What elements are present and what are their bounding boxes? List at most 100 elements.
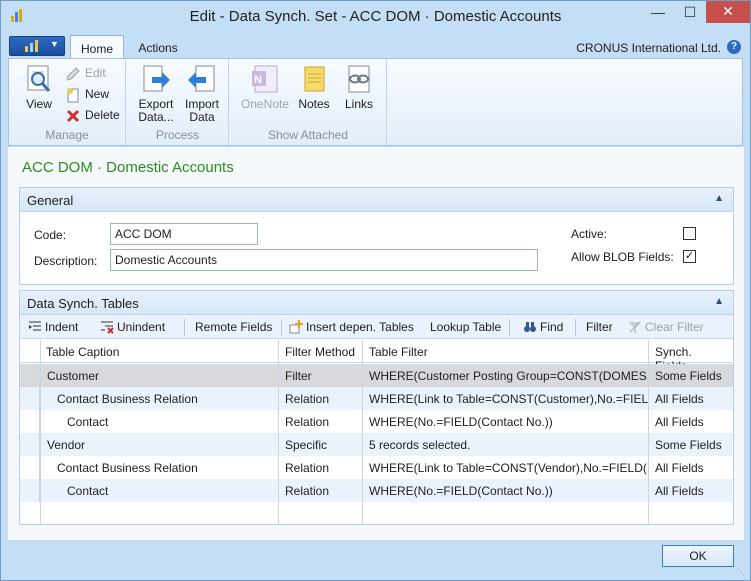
remote-fields-label: Remote Fields [195,320,273,334]
tab-actions[interactable]: Actions [128,35,188,59]
edit-label: Edit [85,66,106,80]
edit-button[interactable]: Edit [65,64,106,84]
new-label: New [85,87,110,101]
import-icon [188,65,215,92]
cell-table-caption[interactable]: Customer [41,364,279,387]
export-data-button[interactable]: Export Data... [133,63,179,124]
general-header[interactable]: General ▲ [20,188,733,212]
row-selector[interactable] [20,456,40,479]
insert-dependent-tables-button[interactable]: Insert depen. Tables [289,319,414,335]
title-bar: Edit - Data Synch. Set - ACC DOM · Domes… [1,1,750,31]
svg-text:N: N [254,74,262,86]
row-selector[interactable] [20,410,40,433]
cell-filter-method[interactable]: Relation [279,456,363,479]
collapse-icon[interactable]: ▲ [714,193,724,204]
filter-button[interactable]: Filter [569,319,613,335]
maximize-button[interactable]: ☐ [676,1,704,23]
cell-synch-fields[interactable]: Some Fields [649,364,734,387]
description-field[interactable]: Domestic Accounts [110,249,538,271]
ok-button[interactable]: OK [662,545,734,567]
remote-fields-button[interactable]: Remote Fields [178,319,272,335]
new-document-icon [67,88,79,103]
resize-grip-icon[interactable]: ⋱ [737,568,747,578]
view-button[interactable]: View [15,63,63,111]
table-row[interactable]: Contact Relation WHERE(No.=FIELD(Contact N… [20,479,733,502]
cell-table-caption[interactable]: Contact [61,479,279,502]
table-row[interactable]: Contact Business Relation Relation WHERE(L… [20,456,733,479]
notes-button[interactable]: Notes [294,63,334,111]
cell-filter-method[interactable]: Filter [279,364,363,387]
company-name: CRONUS International Ltd. [576,41,721,55]
row-selector[interactable] [20,433,40,456]
column-header-table-filter[interactable]: Table Filter [362,340,648,363]
find-label: Find [540,320,564,334]
tab-home[interactable]: Home [70,35,124,59]
cell-table-caption[interactable]: Contact Business Relation [51,456,279,479]
cell-table-filter[interactable]: 5 records selected. [363,433,649,456]
cell-filter-method[interactable]: Relation [279,410,363,433]
cell-table-caption[interactable]: Contact Business Relation [51,387,279,410]
data-synch-tables-header-label: Data Synch. Tables [27,296,139,311]
clear-filter-icon [629,321,641,333]
onenote-button[interactable]: N OneNote [238,63,292,111]
cell-table-filter[interactable]: WHERE(Link to Table=CONST(Customer),No.=… [363,387,649,410]
ribbon-group-manage: View Edit New Delete Manage [9,59,126,145]
help-icon[interactable]: ? [727,40,741,54]
table-row[interactable]: Contact Relation WHERE(No.=FIELD(Contact N… [20,410,733,433]
table-row[interactable]: Contact Business Relation Relation WHERE(L… [20,387,733,410]
delete-label: Delete [85,108,120,122]
insert-dependent-tables-label: Insert depen. Tables [306,320,414,334]
cell-synch-fields[interactable]: All Fields [649,410,734,433]
new-button[interactable]: New [65,85,109,105]
column-header-table-caption[interactable]: Table Caption [40,340,278,363]
dynamics-logo-icon [25,40,38,52]
cell-table-caption[interactable]: Vendor [41,433,279,456]
find-button[interactable]: Find [523,319,563,335]
table-row[interactable]: Customer Filter WHERE(Customer Posting Gro… [20,364,733,387]
ribbon-group-show-attached: N OneNote Notes Links Show Attached [230,59,387,145]
dialog-footer: OK ⋱ [2,540,749,580]
grid-divider [40,340,41,525]
cell-filter-method[interactable]: Relation [279,479,363,502]
cell-synch-fields[interactable]: All Fields [649,479,734,502]
pencil-icon [66,67,80,81]
row-selector[interactable] [20,387,40,410]
export-label: Export Data... [138,97,174,124]
close-button[interactable]: ✕ [706,1,750,23]
cell-table-caption[interactable]: Contact [61,410,279,433]
tables-toolbar: Indent Unindent Remote Fields Insert dep… [20,315,733,339]
page-title: ACC DOM · Domestic Accounts [22,159,234,176]
links-button[interactable]: Links [338,63,380,111]
minimize-button[interactable]: — [644,1,672,23]
cell-synch-fields[interactable]: All Fields [649,456,734,479]
row-selector[interactable] [20,364,40,387]
delete-button[interactable]: Delete [65,106,120,126]
allow-blob-fields-checkbox[interactable]: ✓ [683,250,696,263]
clear-filter-button[interactable]: Clear Filter [628,319,704,335]
notes-label: Notes [298,97,330,111]
active-checkbox[interactable] [683,227,696,240]
lookup-table-button[interactable]: Lookup Table [413,319,501,335]
application-menu-button[interactable]: ▼ [9,36,65,56]
code-field[interactable]: ACC DOM [110,223,258,245]
table-row[interactable]: Vendor Specific 5 records selected. Some Fi… [20,433,733,456]
cell-filter-method[interactable]: Relation [279,387,363,410]
indent-button[interactable]: Indent [28,319,78,335]
cell-table-filter[interactable]: WHERE(Link to Table=CONST(Vendor),No.=FI… [363,456,649,479]
cell-filter-method[interactable]: Specific [279,433,363,456]
cell-table-filter[interactable]: WHERE(No.=FIELD(Contact No.)) [363,410,649,433]
cell-synch-fields[interactable]: All Fields [649,387,734,410]
column-header-filter-method[interactable]: Filter Method [278,340,362,363]
ribbon-group-process: Export Data... Import Data Process [127,59,229,145]
data-synch-tables-header[interactable]: Data Synch. Tables ▲ [20,291,733,315]
import-data-button[interactable]: Import Data [181,63,223,124]
filter-label: Filter [586,320,613,334]
column-header-synch-fields[interactable]: Synch. Fields [648,340,733,373]
data-synch-tables-fasttab: Data Synch. Tables ▲ Indent Unindent Rem… [19,290,734,525]
collapse-icon[interactable]: ▲ [714,296,724,307]
cell-table-filter[interactable]: WHERE(No.=FIELD(Contact No.)) [363,479,649,502]
cell-table-filter[interactable]: WHERE(Customer Posting Group=CONST(DOMES… [363,364,649,387]
unindent-button[interactable]: Unindent [100,319,165,335]
row-selector[interactable] [20,479,40,502]
cell-synch-fields[interactable]: Some Fields [649,433,734,456]
